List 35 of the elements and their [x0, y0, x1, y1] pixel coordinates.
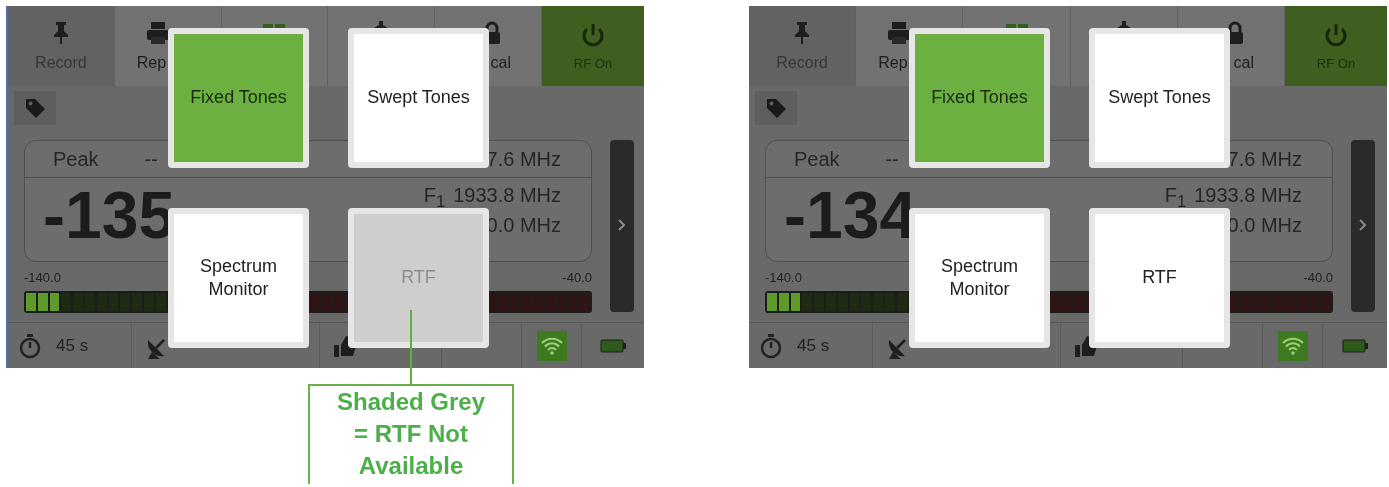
wifi-icon: [540, 336, 563, 355]
tag-icon: [764, 96, 788, 120]
tag-button[interactable]: [755, 91, 797, 125]
battery-icon: [1342, 338, 1368, 353]
battery-icon: [600, 338, 626, 353]
scale-label: -40.0: [562, 270, 592, 286]
stopwatch-icon: [759, 332, 783, 359]
mode-value: --: [885, 147, 899, 171]
tag-icon: [23, 96, 47, 120]
mode-value: --: [144, 147, 158, 171]
mode-tile-menu[interactable]: Fixed Tones: [168, 28, 309, 168]
mode-label: Peak: [53, 147, 99, 171]
stopwatch-icon: [18, 332, 42, 359]
mode-tile-menu[interactable]: Fixed Tones: [909, 28, 1050, 168]
scale-label: -40.0: [1303, 270, 1333, 286]
callout-note: Shaded Grey = RTF Not Available: [308, 384, 514, 484]
wifi-icon: [1281, 336, 1304, 355]
scale-label: -140.0: [765, 270, 802, 286]
timer-value: 45 s: [56, 335, 89, 356]
printer-icon: [144, 20, 171, 46]
mode-tile-menu[interactable]: Spectrum Monitor: [909, 208, 1050, 348]
frequency-value: 7.6 MHz: [1227, 147, 1302, 171]
mode-tile-menu[interactable]: Swept Tones: [1089, 28, 1230, 168]
chevron-icon: [1359, 219, 1367, 231]
mode-tile-menu[interactable]: Swept Tones: [348, 28, 489, 168]
mode-label: Peak: [794, 147, 840, 171]
tag-button[interactable]: [14, 91, 56, 125]
frequency-value: 1933.8 MHz: [453, 184, 561, 208]
scale-label: -140.0: [24, 270, 61, 286]
timer-value: 45 s: [797, 335, 830, 356]
frequency-value: 7.6 MHz: [486, 147, 561, 171]
frequency-value: 1933.8 MHz: [1194, 184, 1302, 208]
chevron-icon: [618, 219, 626, 231]
mode-tile-menu[interactable]: RTF: [1089, 208, 1230, 348]
mode-tile-menu[interactable]: Spectrum Monitor: [168, 208, 309, 348]
